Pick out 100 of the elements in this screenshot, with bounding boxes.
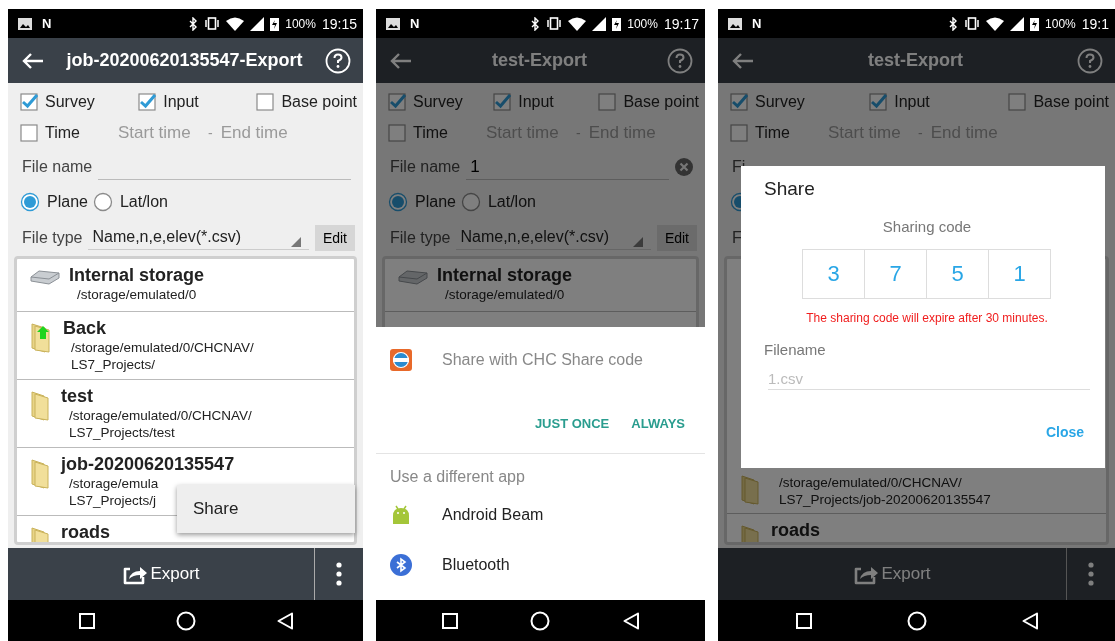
edit-button[interactable]: Edit (314, 224, 355, 251)
clock: 19:17 (663, 15, 699, 32)
wifi-icon (986, 16, 1005, 31)
bluetooth-icon (189, 16, 199, 31)
file-item[interactable]: test /storage/emulated/0/CHCNAV/ LS7_Projects/test (17, 380, 354, 448)
code-digit: 3 (802, 249, 865, 299)
checkbox[interactable]: Base point (1008, 93, 1109, 111)
file-name-field[interactable]: 1 (466, 154, 669, 180)
file-path: /storage/emulated/0 (444, 286, 565, 303)
battery-level: 100% (627, 16, 658, 31)
app-option[interactable]: Bluetooth (376, 540, 705, 590)
battery-level: 100% (285, 16, 316, 31)
square-icon[interactable] (795, 612, 812, 629)
wifi-icon (568, 16, 587, 31)
screen-title: job-20200620135547-Export (65, 50, 304, 71)
file-item[interactable]: Internal storage /storage/emulated/0 (17, 259, 354, 312)
file-name: roads (771, 520, 821, 541)
radio-button[interactable]: Lat/lon (460, 192, 536, 212)
checkbox[interactable]: Input (869, 93, 1009, 111)
expiry-warning: The sharing code will expire after 30 minutes. (806, 311, 1048, 325)
circle-icon[interactable] (175, 610, 196, 631)
screen-title: test-Export (491, 50, 588, 71)
checkbox[interactable]: Input (493, 93, 599, 111)
file-path: /storage/emula LS7_Projects/j (68, 475, 159, 509)
more-icon[interactable] (1088, 562, 1094, 586)
checkbox[interactable]: Base point (598, 93, 699, 111)
help-icon[interactable] (667, 47, 693, 74)
android-icon (390, 504, 412, 526)
file-name: Back (63, 318, 108, 339)
back-arrow-icon[interactable] (390, 51, 412, 70)
wifi-icon (226, 16, 245, 31)
end-time-field[interactable]: End time (220, 123, 303, 143)
field-label: File type (390, 228, 451, 247)
triangle-icon[interactable] (276, 611, 293, 630)
menu-item[interactable]: Share (177, 499, 255, 519)
range-separator: - (917, 125, 923, 141)
signal-icon (1010, 16, 1025, 31)
vibrate-icon (546, 17, 563, 30)
bluetooth-icon (949, 16, 959, 31)
square-icon[interactable] (442, 612, 459, 629)
battery-icon (270, 16, 280, 31)
file-item[interactable]: Back /storage/emulated/0/CHCNAV/ LS7_Projects/ (17, 312, 354, 380)
edit-button[interactable]: Edit (656, 224, 697, 251)
choice-button[interactable]: JUST ONCE (526, 409, 618, 437)
checkbox[interactable]: Survey (730, 93, 870, 111)
checkbox[interactable]: Time (388, 124, 448, 142)
app-option[interactable]: Android Beam (376, 490, 705, 540)
close-button[interactable]: Close (1039, 420, 1090, 444)
file-path: /storage/emulated/0/CHCNAV/ LS7_Projects/test (68, 407, 252, 441)
filename-field[interactable]: 1.csv (768, 368, 1090, 390)
start-time-field[interactable]: Start time (117, 123, 200, 143)
radio-button[interactable]: Plane (20, 192, 88, 212)
code-digit: 5 (926, 249, 989, 299)
file-name: test (61, 386, 94, 407)
battery-icon (1030, 16, 1040, 31)
clock: 19:15 (321, 15, 357, 32)
picture-icon (386, 17, 400, 30)
file-path: /storage/emulated/0 (76, 286, 197, 303)
code-label: Sharing code (882, 218, 972, 235)
checkbox[interactable]: Input (138, 93, 257, 111)
choice-button[interactable]: ALWAYS (623, 409, 693, 437)
checkbox[interactable]: Survey (20, 93, 139, 111)
app-icon (390, 349, 412, 371)
dialog-title: Share (764, 178, 815, 200)
notification-logo: N (752, 16, 762, 31)
picture-icon (728, 17, 742, 30)
bluetooth-icon (390, 554, 412, 576)
more-icon[interactable] (336, 562, 342, 586)
signal-icon (250, 16, 265, 31)
checkbox[interactable]: Base point (256, 93, 357, 111)
triangle-icon[interactable] (1021, 611, 1038, 630)
triangle-icon[interactable] (622, 611, 639, 630)
radio-button[interactable]: Lat/lon (92, 192, 168, 212)
range-separator: - (207, 125, 213, 141)
checkbox[interactable]: Survey (388, 93, 494, 111)
radio-button[interactable]: Plane (388, 192, 456, 212)
back-arrow-icon[interactable] (732, 51, 754, 70)
back-arrow-icon[interactable] (22, 51, 44, 70)
checkbox[interactable]: Time (20, 124, 80, 142)
checkbox[interactable]: Time (730, 124, 790, 142)
clear-icon[interactable] (675, 158, 693, 176)
help-icon[interactable] (325, 47, 351, 74)
help-icon[interactable] (1077, 47, 1103, 74)
field-label: File name (390, 158, 461, 176)
field-label: File type (22, 228, 83, 247)
section-heading: Use a different app (389, 467, 526, 487)
code-digit: 1 (988, 249, 1051, 299)
circle-icon[interactable] (530, 610, 551, 631)
circle-icon[interactable] (906, 610, 927, 631)
field-label: File name (22, 158, 93, 176)
vibrate-icon (204, 17, 221, 30)
app-option[interactable]: Share with CHC Share code (376, 327, 705, 393)
signal-icon (592, 16, 607, 31)
field-label: F (732, 228, 742, 247)
code-digit: 7 (864, 249, 927, 299)
file-name: Internal storage (69, 265, 205, 286)
file-item[interactable]: Internal storage /storage/emulated/0 (385, 259, 696, 312)
field-label: Filename (764, 341, 826, 358)
picture-icon (18, 17, 32, 30)
square-icon[interactable] (78, 612, 95, 629)
